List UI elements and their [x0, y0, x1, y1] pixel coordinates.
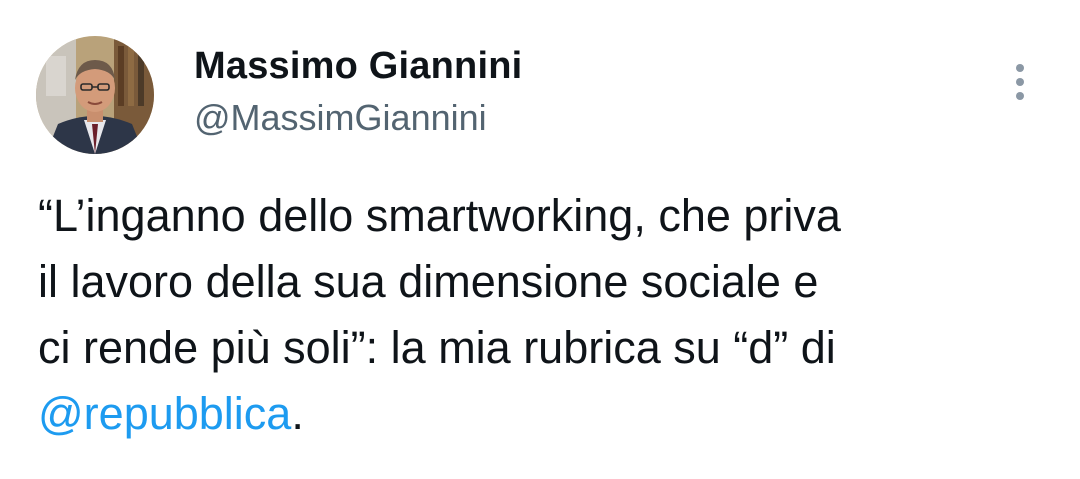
tweet-text-line: @repubblica. [38, 381, 1053, 447]
tweet-text-trailing: . [291, 388, 304, 439]
author-avatar[interactable] [36, 36, 154, 154]
mention-link[interactable]: @repubblica [38, 388, 291, 439]
tweet-text-line: “L’inganno dello smartworking, che priva [38, 190, 841, 241]
tweet-card: Massimo Giannini @MassimGiannini “L’inga… [0, 0, 1080, 479]
more-vertical-icon [1016, 64, 1024, 72]
more-vertical-icon-dot [1016, 78, 1024, 86]
tweet-text-line: ci rende più soli”: la mia rubrica su “d… [38, 322, 836, 373]
more-options-button[interactable] [1005, 60, 1035, 104]
avatar-photo [36, 36, 154, 154]
tweet-text: “L’inganno dello smartworking, che priva… [38, 183, 1053, 447]
author-display-name[interactable]: Massimo Giannini [194, 44, 522, 88]
author-handle[interactable]: @MassimGiannini [194, 97, 487, 139]
more-vertical-icon-dot [1016, 92, 1024, 100]
tweet-text-line: il lavoro della sua dimensione sociale e [38, 256, 819, 307]
